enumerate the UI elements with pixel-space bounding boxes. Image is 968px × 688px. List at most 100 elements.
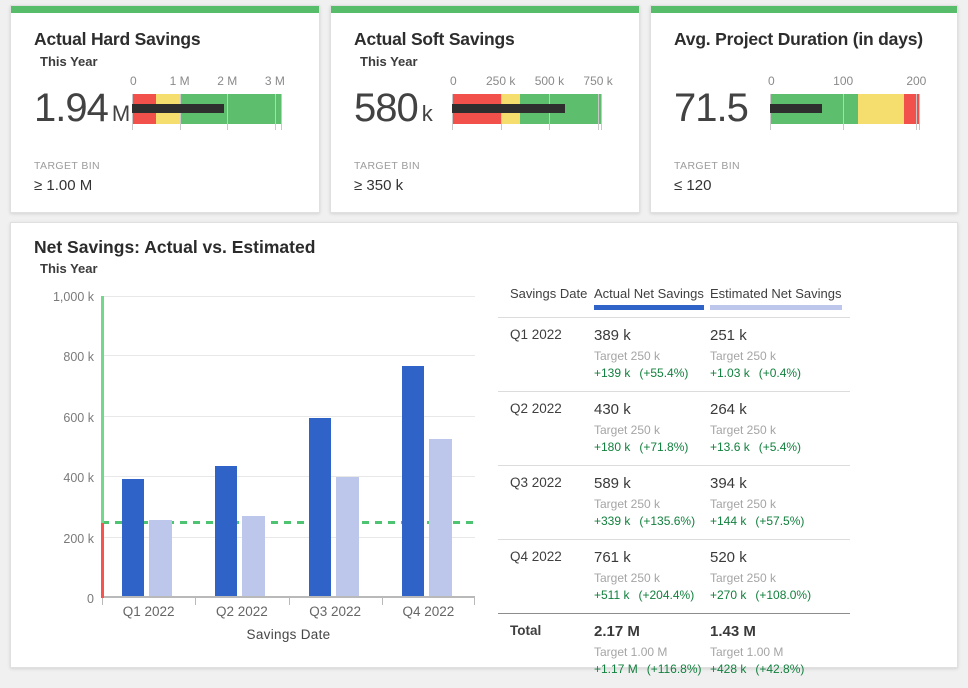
- bullet-measure-bar: [452, 104, 565, 113]
- bullet-tick-line: [919, 94, 920, 130]
- delta-pct: (+42.8%): [755, 662, 804, 676]
- cell-target: Target 250 k: [710, 497, 850, 511]
- bullet-tick-line: [916, 94, 917, 130]
- kpi-value: 71.5: [674, 86, 752, 131]
- cell-estimated: 1.43 MTarget 1.00 M+428 k(+42.8%): [710, 623, 850, 676]
- bar-actual-q1-2022[interactable]: [122, 479, 144, 596]
- target-bin-value: ≥ 1.00 M: [34, 177, 319, 194]
- cell-value: 1.43 M: [710, 623, 850, 640]
- target-bin-label: TARGET BIN: [674, 160, 957, 172]
- cell-estimated: 264 k Target 250 k +13.6 k (+5.4%): [710, 401, 850, 454]
- bar-estimated-q2-2022[interactable]: [242, 516, 265, 596]
- table-row-q1-2022[interactable]: Q1 2022389 kTarget 250 k+139 k(+55.4%)25…: [498, 317, 850, 391]
- cell-value: 394 k: [710, 475, 850, 492]
- delta-pct: (+204.4%): [638, 588, 694, 602]
- cell-value: 430 k: [594, 401, 710, 418]
- target-bin-label: TARGET BIN: [354, 160, 639, 172]
- cell-value: 264 k: [710, 401, 850, 418]
- delta-value: +13.6 k: [710, 440, 750, 454]
- cell-value: 520 k: [710, 549, 850, 566]
- delta-pct: (+5.4%): [759, 440, 801, 454]
- bullet-tick-line: [598, 94, 599, 130]
- y-axis-label: 400 k: [22, 471, 94, 485]
- delta-value: +511 k: [594, 588, 629, 602]
- cell-delta: +144 k(+57.5%): [710, 514, 850, 528]
- bar-estimated-q4-2022[interactable]: [429, 439, 452, 596]
- delta-value: +428 k: [710, 662, 746, 676]
- kpi-subtitle: This Year: [40, 54, 319, 70]
- table-row-q3-2022[interactable]: Q3 2022589 kTarget 250 k+339 k(+135.6%)3…: [498, 465, 850, 539]
- kpi-value: 1.94M: [34, 86, 129, 131]
- gridline: [102, 296, 475, 297]
- delta-value: +1.03 k: [710, 366, 750, 380]
- cell-value: 2.17 M: [594, 623, 710, 640]
- bullet-tick-line: [601, 94, 602, 130]
- bullet-band: [132, 94, 282, 124]
- bullet-tick-label: 1 M: [170, 74, 190, 88]
- cell-target: Target 250 k: [710, 423, 850, 437]
- y-axis-label: 0: [22, 592, 94, 606]
- kpi-card-soft-savings[interactable]: Actual Soft Savings This Year 580k 0250 …: [330, 5, 640, 213]
- kpi-unit: k: [422, 101, 432, 126]
- table-row-q2-2022[interactable]: Q2 2022430 kTarget 250 k +180 k (+71.8%) 26…: [498, 391, 850, 465]
- bullet-axis: 0100200: [770, 74, 920, 91]
- cell-value: 389 k: [594, 327, 710, 344]
- bullet-measure-bar: [770, 104, 822, 113]
- bullet-band: [452, 94, 602, 124]
- row-label: Q2 2022: [498, 401, 594, 454]
- bullet-tick-label: 250 k: [486, 74, 515, 88]
- cell-actual: 2.17 MTarget 1.00 M+1.17 M(+116.8%): [594, 623, 710, 676]
- table-row-total[interactable]: Total2.17 MTarget 1.00 M+1.17 M(+116.8%)…: [498, 613, 850, 687]
- cell-actual: 761 kTarget 250 k+511 k(+204.4%): [594, 549, 710, 602]
- y-axis-line-below-target: [101, 523, 104, 599]
- cell-target: Target 250 k: [594, 349, 710, 363]
- kpi-value: 580k: [354, 86, 432, 131]
- kpi-card-project-duration[interactable]: Avg. Project Duration (in days) 71.5 010…: [650, 5, 958, 213]
- row-label: Q1 2022: [498, 327, 594, 380]
- net-savings-visual[interactable]: Net Savings: Actual vs. Estimated This Y…: [10, 222, 958, 668]
- bullet-tick-label: 100: [833, 74, 853, 88]
- comparison-table: Savings Date Actual Net Savings Estimate…: [498, 285, 850, 687]
- cell-delta: +1.03 k(+0.4%): [710, 366, 850, 380]
- bullet-zone-red: [904, 94, 920, 124]
- kpi-title: Actual Hard Savings: [34, 29, 319, 50]
- delta-pct: (+71.8%): [639, 440, 688, 454]
- grouped-bar-chart: 0200 k400 k600 k800 k1,000 kQ1 2022Q2 20…: [102, 296, 475, 598]
- cell-target: Target 250 k: [594, 571, 710, 585]
- column-header-estimated[interactable]: Estimated Net Savings: [710, 285, 850, 310]
- x-axis-tick: [289, 598, 290, 605]
- table-row-q4-2022[interactable]: Q4 2022761 kTarget 250 k+511 k(+204.4%)5…: [498, 539, 850, 613]
- bar-actual-q2-2022[interactable]: [215, 466, 237, 596]
- cell-target: Target 250 k: [710, 349, 850, 363]
- cell-value: 251 k: [710, 327, 850, 344]
- delta-pct: (+116.8%): [647, 662, 702, 676]
- delta-value: +139 k: [594, 366, 630, 380]
- table-body: Q1 2022389 kTarget 250 k+139 k(+55.4%)25…: [498, 317, 850, 687]
- chart-subtitle: This Year: [40, 261, 957, 276]
- bar-estimated-q3-2022[interactable]: [336, 477, 359, 596]
- x-axis-tick: [195, 598, 196, 605]
- kpi-title: Actual Soft Savings: [354, 29, 639, 50]
- bar-estimated-q1-2022[interactable]: [149, 520, 172, 596]
- card-accent-bar: [11, 6, 319, 13]
- delta-value: +180 k: [594, 440, 630, 454]
- cell-actual: 430 kTarget 250 k+180 k(+71.8%): [594, 401, 710, 454]
- chart-title: Net Savings: Actual vs. Estimated: [34, 237, 957, 258]
- cell-estimated: 394 k Target 250 k +144 k(+57.5%): [710, 475, 850, 528]
- bullet-measure-bar: [132, 104, 224, 113]
- bar-actual-q4-2022[interactable]: [402, 366, 424, 596]
- cell-estimated: 520 kTarget 250 k+270 k(+108.0%): [710, 549, 850, 602]
- delta-value: +339 k: [594, 514, 630, 528]
- cell-delta: +180 k (+71.8%): [594, 440, 710, 454]
- delta-value: +144 k: [710, 514, 746, 528]
- column-header-actual[interactable]: Actual Net Savings: [594, 285, 710, 310]
- column-header-savings-date[interactable]: Savings Date: [498, 285, 594, 310]
- kpi-subtitle: This Year: [360, 54, 639, 70]
- kpi-card-hard-savings[interactable]: Actual Hard Savings This Year 1.94M 01 M…: [10, 5, 320, 213]
- bar-actual-q3-2022[interactable]: [309, 418, 331, 596]
- y-axis-line-above-target: [101, 296, 104, 523]
- y-axis-label: 1,000 k: [22, 290, 94, 304]
- bullet-axis: 01 M2 M3 M: [132, 74, 282, 91]
- x-axis-label: Q3 2022: [289, 604, 382, 619]
- cell-delta: +270 k(+108.0%): [710, 588, 850, 602]
